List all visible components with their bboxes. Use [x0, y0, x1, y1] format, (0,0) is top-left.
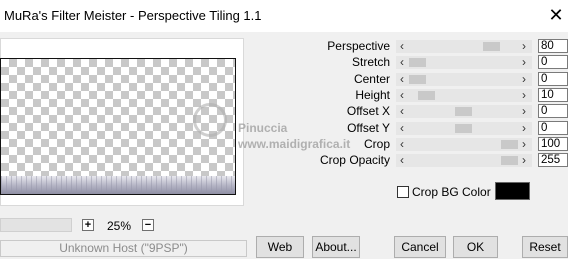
- watermark-name: Pinuccia: [238, 121, 288, 135]
- crop-label: Crop: [363, 137, 390, 151]
- preview-tiled-floor: [1, 176, 235, 194]
- chevron-left-icon[interactable]: ‹: [396, 39, 408, 53]
- zoom-in-button[interactable]: +: [82, 219, 94, 231]
- chevron-right-icon[interactable]: ›: [518, 55, 530, 69]
- perspective-scrollbar[interactable]: ‹ ›: [396, 39, 532, 53]
- height-label: Height: [355, 88, 390, 102]
- chevron-left-icon[interactable]: ‹: [396, 72, 408, 86]
- center-scrollbar[interactable]: ‹ ›: [396, 72, 532, 86]
- about-button[interactable]: About...: [312, 236, 360, 258]
- chevron-left-icon[interactable]: ‹: [396, 88, 408, 102]
- height-scrollbar[interactable]: ‹ ›: [396, 88, 532, 102]
- height-slider-thumb[interactable]: [418, 91, 435, 100]
- crop-scrollbar[interactable]: ‹ ›: [396, 137, 532, 151]
- crop-opacity-slider-thumb[interactable]: [501, 156, 518, 165]
- crop-opacity-scrollbar[interactable]: ‹ ›: [396, 153, 532, 167]
- crop-slider-thumb[interactable]: [501, 140, 518, 149]
- cancel-button[interactable]: Cancel: [394, 236, 446, 258]
- chevron-right-icon[interactable]: ›: [518, 137, 530, 151]
- perspective-value-field[interactable]: 80: [538, 39, 568, 53]
- stretch-scrollbar[interactable]: ‹ ›: [396, 55, 532, 69]
- center-label: Center: [353, 72, 390, 86]
- watermark-url: www.maidigrafica.it: [238, 137, 351, 151]
- host-status: Unknown Host ("9PSP"): [0, 240, 247, 257]
- ok-button[interactable]: OK: [453, 236, 498, 258]
- zoom-track[interactable]: [0, 218, 72, 232]
- offset-x-slider-thumb[interactable]: [455, 107, 472, 116]
- offset-y-slider-thumb[interactable]: [455, 124, 472, 133]
- offset-x-scrollbar[interactable]: ‹ ›: [396, 104, 532, 118]
- crop-opacity-value-field[interactable]: 255: [538, 153, 568, 167]
- offset-x-label: Offset X: [346, 104, 390, 118]
- web-button[interactable]: Web: [256, 236, 304, 258]
- crop-bg-checkbox[interactable]: [397, 186, 409, 198]
- chevron-left-icon[interactable]: ‹: [396, 137, 408, 151]
- crop-opacity-label: Crop Opacity: [319, 153, 390, 167]
- chevron-right-icon[interactable]: ›: [518, 153, 530, 167]
- chevron-left-icon[interactable]: ‹: [396, 153, 408, 167]
- chevron-right-icon[interactable]: ›: [518, 72, 530, 86]
- offset-y-scrollbar[interactable]: ‹ ›: [396, 121, 532, 135]
- stretch-value-field[interactable]: 0: [538, 55, 568, 69]
- perspective-slider-thumb[interactable]: [483, 42, 500, 51]
- chevron-left-icon[interactable]: ‹: [396, 104, 408, 118]
- center-slider-thumb[interactable]: [409, 75, 426, 84]
- chevron-right-icon[interactable]: ›: [518, 88, 530, 102]
- chevron-left-icon[interactable]: ‹: [396, 121, 408, 135]
- stretch-label: Stretch: [351, 55, 390, 69]
- reset-button[interactable]: Reset: [522, 236, 568, 258]
- chevron-right-icon[interactable]: ›: [518, 104, 530, 118]
- offset-y-label: Offset Y: [347, 121, 390, 135]
- window-title: MuRa's Filter Meister - Perspective Tili…: [4, 8, 262, 23]
- offset-y-value-field[interactable]: 0: [538, 121, 568, 135]
- close-icon[interactable]: ✕: [546, 4, 566, 26]
- perspective-label: Perspective: [327, 39, 390, 53]
- crop-value-field[interactable]: 100: [538, 137, 568, 151]
- watermark-logo-icon: [193, 103, 227, 137]
- height-value-field[interactable]: 10: [538, 88, 568, 102]
- crop-bg-color-swatch[interactable]: [495, 182, 530, 200]
- zoom-level: 25%: [106, 219, 132, 233]
- offset-x-value-field[interactable]: 0: [538, 104, 568, 118]
- zoom-out-button[interactable]: −: [142, 219, 154, 231]
- chevron-left-icon[interactable]: ‹: [396, 55, 408, 69]
- chevron-right-icon[interactable]: ›: [518, 39, 530, 53]
- center-value-field[interactable]: 0: [538, 72, 568, 86]
- chevron-right-icon[interactable]: ›: [518, 121, 530, 135]
- stretch-slider-thumb[interactable]: [409, 58, 426, 67]
- title-bar: MuRa's Filter Meister - Perspective Tili…: [0, 0, 568, 32]
- crop-bg-label: Crop BG Color: [412, 185, 491, 199]
